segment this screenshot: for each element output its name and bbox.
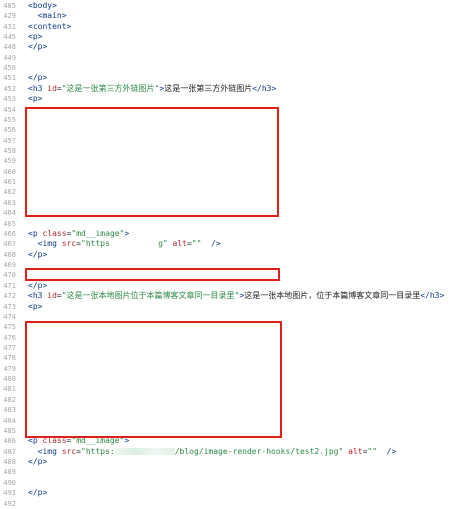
red-highlight-box-1 (25, 107, 279, 217)
code-text: <body> (28, 0, 57, 10)
line-number: 467 (3, 240, 16, 249)
line-number: 487 (3, 447, 16, 456)
code-text: <p> (28, 31, 43, 41)
line-number: 431 (3, 22, 16, 31)
code-text: <main> (37, 11, 67, 21)
code-text: <p> (28, 94, 43, 104)
code-line[interactable]: 450 (0, 63, 474, 73)
code-text: </p> (28, 457, 48, 467)
code-line[interactable]: 445 <p> (0, 32, 474, 42)
line-number: 445 (3, 32, 16, 41)
code-text: </p> (28, 249, 48, 259)
line-number: 479 (3, 364, 16, 373)
code-line[interactable]: 473 <p> (0, 302, 474, 312)
line-number: 429 (3, 12, 16, 21)
line-number: 453 (3, 95, 16, 104)
redacted-url-segment (114, 447, 175, 455)
line-number: 448 (3, 43, 16, 52)
code-line[interactable]: 488 </p> (0, 457, 474, 467)
code-editor[interactable]: 485 <body> 429 <main> 431 <content> 445 <p> 448… (0, 0, 474, 508)
line-number: 485 (3, 1, 16, 10)
line-number: 474 (3, 312, 16, 321)
line-number: 454 (3, 105, 16, 114)
line-number: 486 (3, 437, 16, 446)
line-number: 456 (3, 126, 16, 135)
code-line[interactable]: 492 (0, 499, 474, 509)
code-text: <content> (28, 21, 72, 31)
red-highlight-box-3 (25, 321, 282, 438)
code-text: <h3 id="这是一张本地图片位于本篇博客文章同一目录里">这是一张本地图片，… (28, 291, 445, 301)
code-text: <h3 id="这是一张第三方外链图片">这是一张第三方外链图片</h3> (28, 83, 277, 93)
code-line[interactable]: 472 <h3 id="这是一张本地图片位于本篇博客文章同一目录里">这是一张本地… (0, 291, 474, 301)
line-number: 461 (3, 178, 16, 187)
line-number: 492 (3, 499, 16, 508)
line-number: 472 (3, 292, 16, 301)
line-number: 491 (3, 489, 16, 498)
code-line[interactable]: 466 <p class="md__image"> (0, 229, 474, 239)
code-line[interactable]: 452 <h3 id="这是一张第三方外链图片">这是一张第三方外链图片</h3> (0, 84, 474, 94)
line-number: 488 (3, 458, 16, 467)
line-number: 452 (3, 84, 16, 93)
line-number: 470 (3, 271, 16, 280)
line-number: 455 (3, 115, 16, 124)
code-line[interactable]: 489 (0, 467, 474, 477)
line-number: 458 (3, 146, 16, 155)
line-number: 480 (3, 375, 16, 384)
line-number: 473 (3, 302, 16, 311)
line-number: 457 (3, 136, 16, 145)
code-line[interactable]: 431 <content> (0, 22, 474, 32)
code-line[interactable]: 471 </p> (0, 281, 474, 291)
line-number: 483 (3, 406, 16, 415)
code-line[interactable]: 487 <img src="https:/blog/image-render-h… (0, 447, 474, 457)
code-line[interactable]: 465 (0, 219, 474, 229)
line-number: 477 (3, 344, 16, 352)
code-text: </p> (28, 280, 48, 290)
line-number: 463 (3, 198, 16, 207)
line-number: 485 (3, 426, 16, 435)
line-number: 451 (3, 74, 16, 83)
line-number: 468 (3, 250, 16, 259)
line-number: 482 (3, 395, 16, 404)
code-line[interactable]: 449 (0, 53, 474, 63)
line-number: 450 (3, 64, 16, 73)
code-text: </p> (28, 73, 48, 83)
code-line[interactable]: 468 </p> (0, 250, 474, 260)
line-number: 466 (3, 229, 16, 238)
code-line[interactable]: 448 </p> (0, 42, 474, 52)
code-line[interactable]: 451 </p> (0, 73, 474, 83)
code-text: </p> (28, 488, 48, 498)
code-text: <img src="https g" alt="" /> (37, 239, 221, 249)
line-number: 476 (3, 333, 16, 342)
red-highlight-box-2 (25, 268, 280, 281)
line-number: 460 (3, 167, 16, 176)
line-number: 484 (3, 416, 16, 425)
line-number: 489 (3, 468, 16, 477)
code-text: <p> (28, 301, 43, 311)
line-number: 478 (3, 354, 16, 363)
line-number: 462 (3, 188, 16, 197)
code-line[interactable]: 491 </p> (0, 488, 474, 498)
code-text: <img src="https:/blog/image-render-hooks… (37, 446, 397, 456)
code-line[interactable]: 467 <img src="https g" alt="" /> (0, 239, 474, 249)
line-number: 471 (3, 281, 16, 290)
code-text: </p> (28, 42, 48, 52)
line-number: 469 (3, 261, 16, 270)
line-number: 490 (3, 478, 16, 487)
line-number: 449 (3, 53, 16, 62)
line-number: 465 (3, 219, 16, 228)
line-number: 464 (3, 209, 16, 218)
line-number: 475 (3, 323, 16, 332)
line-number: 459 (3, 157, 16, 166)
code-line[interactable]: 453 <p> (0, 94, 474, 104)
code-text: <p class="md__image"> (28, 228, 130, 238)
code-line[interactable]: 429 <main> (0, 11, 474, 21)
code-line[interactable]: 490 (0, 478, 474, 488)
code-line[interactable]: 485 <body> (0, 1, 474, 11)
line-number: 481 (3, 385, 16, 394)
